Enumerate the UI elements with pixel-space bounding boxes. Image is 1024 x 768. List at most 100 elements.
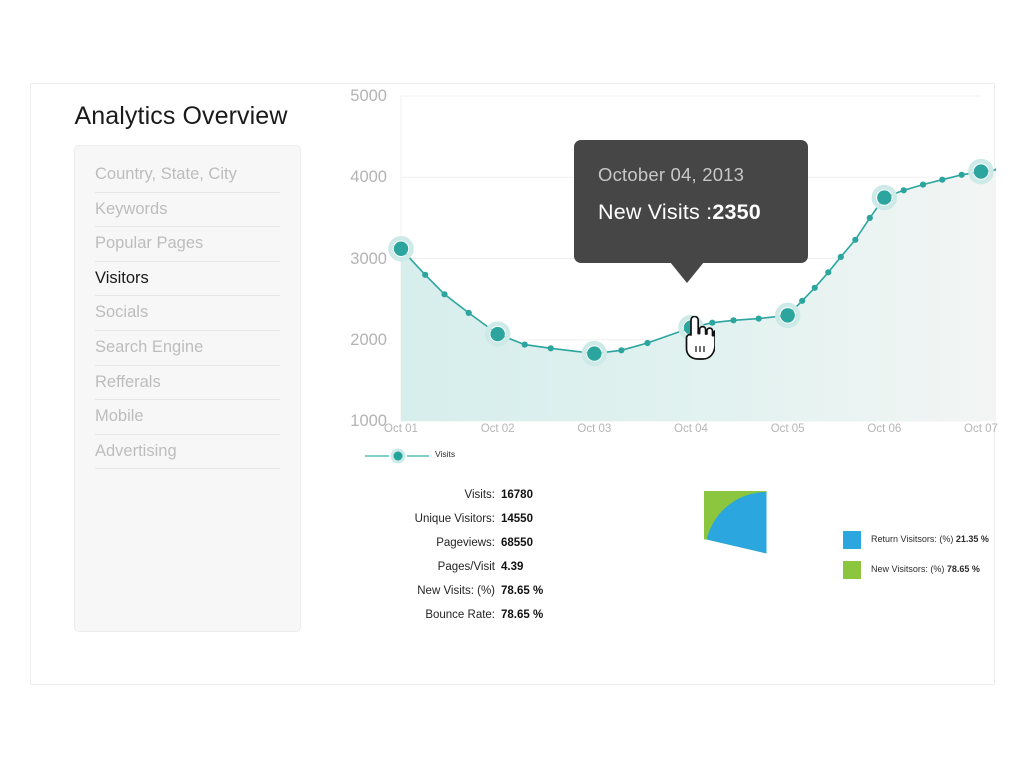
x-axis-tick-label: Oct 07 [964,423,998,435]
sidebar-item-advertising[interactable]: Advertising [95,435,280,470]
y-axis-tick-label: 4000 [350,168,387,187]
stat-label: Unique Visitors: [414,513,495,525]
visits-line-chart[interactable]: 1000 2000 3000 4000 5000 Oct 01 Oct 02 Oct 03 O… [331,84,998,474]
sidebar-item-search-engine[interactable]: Search Engine [95,331,280,366]
pie-legend-name: Return Visitsors: (%) [871,534,956,544]
stat-row: Pageviews: 68550 [391,537,591,561]
stat-row: Visits: 16780 [391,489,591,513]
line-point-small [939,176,946,183]
line-point-small [958,171,965,178]
page-title: Analytics Overview [74,102,288,130]
line-point-oct-02[interactable] [490,326,505,342]
sidebar-item-label: Advertising [95,441,177,460]
line-point-oct-07[interactable] [973,164,989,179]
sidebar-item-country-state-city[interactable]: Country, State, City [95,158,280,193]
line-point-small [730,317,737,324]
line-point-small [837,253,844,260]
pie-legend-swatch [843,561,861,579]
pie-legend-row: Return Visitsors: (%) 21.35 % [843,531,1023,561]
line-point-small [919,181,927,188]
chart-tooltip: October 04, 2013 New Visits :2350 [574,140,808,283]
stat-row: Bounce Rate: 78.65 % [391,609,591,633]
line-point-small [755,315,762,322]
tooltip-date: October 04, 2013 [598,164,745,185]
stat-value: 78.65 % [501,585,544,597]
line-point-small [618,347,625,354]
sidebar-item-mobile[interactable]: Mobile [95,400,280,435]
line-point-small [441,291,448,298]
legend-label-visits: Visits [435,449,456,459]
sidebar-item-label: Mobile [95,407,144,426]
sidebar-item-label: Keywords [95,199,168,218]
right-column: 1000 2000 3000 4000 5000 Oct 01 Oct 02 Oct 03 O… [331,84,998,686]
sidebar-item-label: Visitors [95,268,149,287]
line-point-small [547,345,554,352]
sidebar-panel: Country, State, City Keywords Popular Page… [74,145,301,632]
pie-legend-text: Return Visitsors: (%) 21.35 % [871,534,989,544]
sidebar-item-label: Refferals [95,372,161,391]
stat-value: 14550 [501,513,533,525]
stat-label: Pages/Visit [437,561,495,573]
pie-chart-legend: Return Visitsors: (%) 21.35 % New Visitso… [843,531,1023,591]
line-point-small [900,187,907,194]
tooltip-arrow [670,262,704,283]
line-point-oct-01[interactable] [393,241,409,256]
line-point-small [521,341,528,348]
sidebar-nav-list: Country, State, City Keywords Popular Page… [95,158,280,470]
stat-label: New Visits: (%) [417,585,495,597]
x-axis-tick-label: Oct 05 [770,423,805,435]
sidebar-item-label: Country, State, City [95,165,237,183]
pie-legend-text: New Visitsors: (%) 78.65 % [871,564,980,574]
sidebar-item-label: Popular Pages [95,234,204,253]
hand-pointer-cursor [681,315,716,360]
visitors-pie-chart [645,416,829,616]
tooltip-value: New Visits :2350 [598,199,808,225]
line-point-small [465,309,472,316]
sidebar-item-label: Search Engine [95,337,204,356]
line-point-small [799,297,806,304]
pie-legend-row: New Visitsors: (%) 78.65 % [843,561,1023,591]
y-axis-tick-label: 5000 [350,87,387,105]
line-point-small [422,271,429,278]
pie-legend-name: New Visitsors: (%) [871,564,947,574]
stat-value: 16780 [501,489,533,501]
line-point-small [825,269,832,276]
stat-value: 68550 [501,537,533,549]
stat-row: Pages/Visit 4.39 [391,561,591,585]
sidebar-item-keywords[interactable]: Keywords [95,193,280,228]
line-point-oct-05[interactable] [780,308,795,323]
analytics-card: Analytics Overview Country, State, City K… [30,83,998,686]
left-column: Analytics Overview Country, State, City K… [31,84,331,686]
pie-legend-value: 78.65 % [946,564,980,574]
chart-legend: Visits [365,446,565,466]
sidebar-item-label: Socials [95,303,149,322]
x-axis-tick-label: Oct 04 [674,423,708,435]
line-point-small [644,339,651,347]
stat-value: 78.65 % [501,609,544,621]
y-axis-tick-label: 3000 [350,249,387,268]
pie-legend-value: 21.35 % [955,534,989,544]
stat-label: Pageviews: [436,537,495,549]
app-root: Analytics Overview Country, State, City K… [0,0,1024,768]
x-axis-tick-label: Oct 06 [867,423,902,435]
sidebar-item-visitors[interactable]: Visitors [95,262,280,297]
sidebar-item-socials[interactable]: Socials [95,296,280,331]
pie-legend-swatch [843,531,861,549]
line-point-oct-03[interactable] [587,346,602,361]
line-point-small [811,284,818,291]
line-point-oct-06[interactable] [877,190,892,205]
x-axis-tick-label: Oct 02 [480,423,515,435]
stat-row: New Visits: (%) 78.65 % [391,585,591,609]
stat-row: Unique Visitors: 14550 [391,513,591,537]
tooltip-metric-label: New Visits : [598,200,713,224]
y-axis-tick-label: 2000 [350,330,387,349]
line-point-small [852,236,859,243]
x-axis-tick-label: Oct 03 [577,423,612,435]
tooltip-metric-value: 2350 [712,200,761,224]
x-axis-tick-label: Oct 01 [384,423,418,435]
sidebar-item-popular-pages[interactable]: Popular Pages [95,227,280,262]
stat-value: 4.39 [501,561,524,573]
stat-label: Visits: [464,489,495,501]
stat-label: Bounce Rate: [425,609,495,621]
sidebar-item-refferals[interactable]: Refferals [95,366,280,401]
